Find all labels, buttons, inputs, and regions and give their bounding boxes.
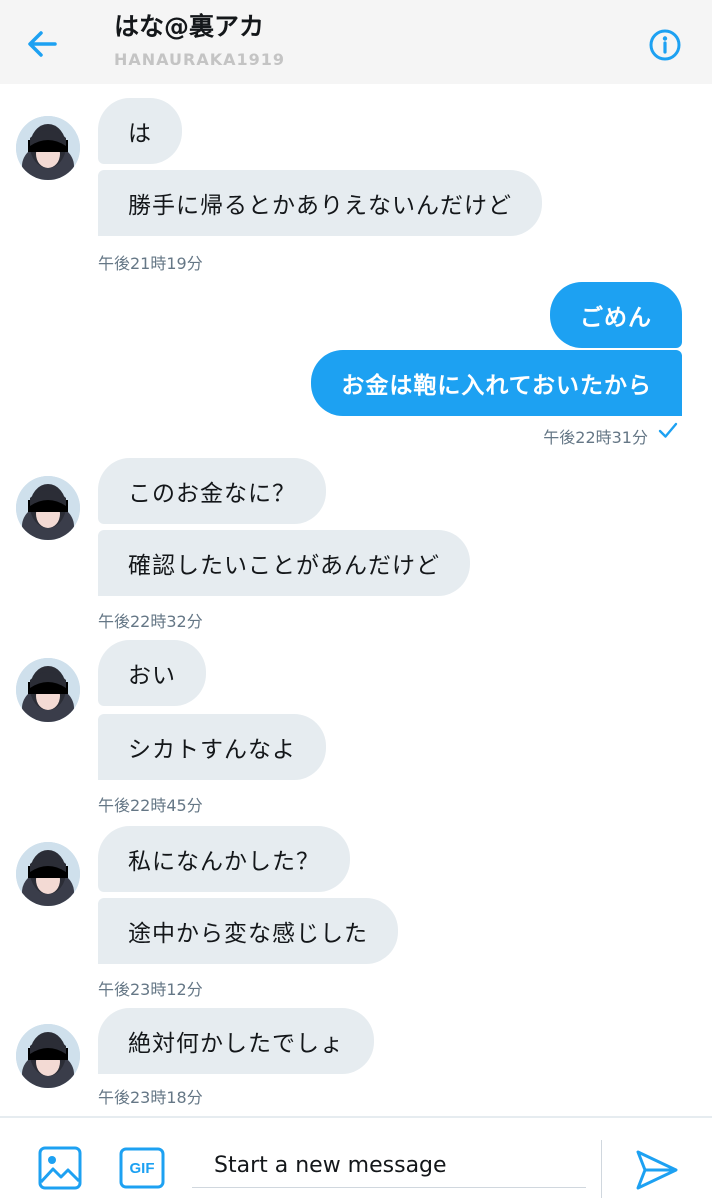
arrow-left-icon: [28, 31, 57, 57]
media-button[interactable]: [36, 1144, 84, 1192]
gif-button[interactable]: GIF: [118, 1146, 166, 1190]
message-input[interactable]: [192, 1144, 586, 1188]
send-button[interactable]: [632, 1146, 680, 1194]
message-bubble-incoming[interactable]: 途中から変な感じした: [98, 898, 398, 964]
avatar-image-icon: [16, 1024, 80, 1088]
avatar-image-icon: [16, 476, 80, 540]
info-button[interactable]: [646, 26, 684, 64]
conversation-header: はな@裏アカ HANAURAKA1919: [0, 0, 712, 84]
image-icon: [38, 1146, 82, 1190]
gif-label: GIF: [129, 1159, 155, 1177]
sent-check-icon: [658, 422, 678, 438]
avatar[interactable]: [16, 116, 80, 180]
conversation-title: はな@裏アカ: [114, 12, 265, 41]
message-bubble-incoming[interactable]: 勝手に帰るとかありえないんだけど: [98, 170, 542, 236]
avatar-image-icon: [16, 658, 80, 722]
message-bubble-incoming[interactable]: シカトすんなよ: [98, 714, 326, 780]
conversation-handle: HANAURAKA1919: [114, 50, 286, 69]
message-timestamp: 午後22時31分: [543, 428, 648, 447]
message-timestamp: 午後22時32分: [98, 612, 203, 631]
message-bubble-outgoing[interactable]: ごめん: [550, 282, 682, 348]
message-composer: GIF: [0, 1116, 712, 1200]
dm-conversation: はな@裏アカ HANAURAKA1919 は 勝手に帰るとかありえないんだけど …: [0, 0, 712, 1200]
message-bubble-outgoing[interactable]: お金は鞄に入れておいたから: [311, 350, 682, 416]
message-timestamp: 午後22時45分: [98, 796, 203, 815]
avatar[interactable]: [16, 1024, 80, 1088]
avatar[interactable]: [16, 476, 80, 540]
avatar[interactable]: [16, 842, 80, 906]
back-button[interactable]: [22, 24, 62, 64]
message-timestamp: 午後23時12分: [98, 980, 203, 999]
info-circle-icon: [649, 29, 681, 61]
message-bubble-incoming[interactable]: 私になんかした？: [98, 826, 350, 892]
composer-divider: [601, 1140, 602, 1198]
conversation-title-block[interactable]: はな@裏アカ HANAURAKA1919: [114, 8, 285, 72]
message-timestamp: 午後23時18分: [98, 1088, 203, 1107]
send-icon: [636, 1150, 678, 1190]
message-bubble-incoming[interactable]: このお金なに？: [98, 458, 326, 524]
avatar-image-icon: [16, 116, 80, 180]
message-bubble-incoming[interactable]: は: [98, 98, 182, 164]
message-timestamp: 午後21時19分: [98, 254, 203, 273]
avatar-image-icon: [16, 842, 80, 906]
message-bubble-incoming[interactable]: 確認したいことがあんだけど: [98, 530, 470, 596]
avatar[interactable]: [16, 658, 80, 722]
message-bubble-incoming[interactable]: おい: [98, 640, 206, 706]
message-bubble-incoming[interactable]: 絶対何かしたでしょ: [98, 1008, 374, 1074]
